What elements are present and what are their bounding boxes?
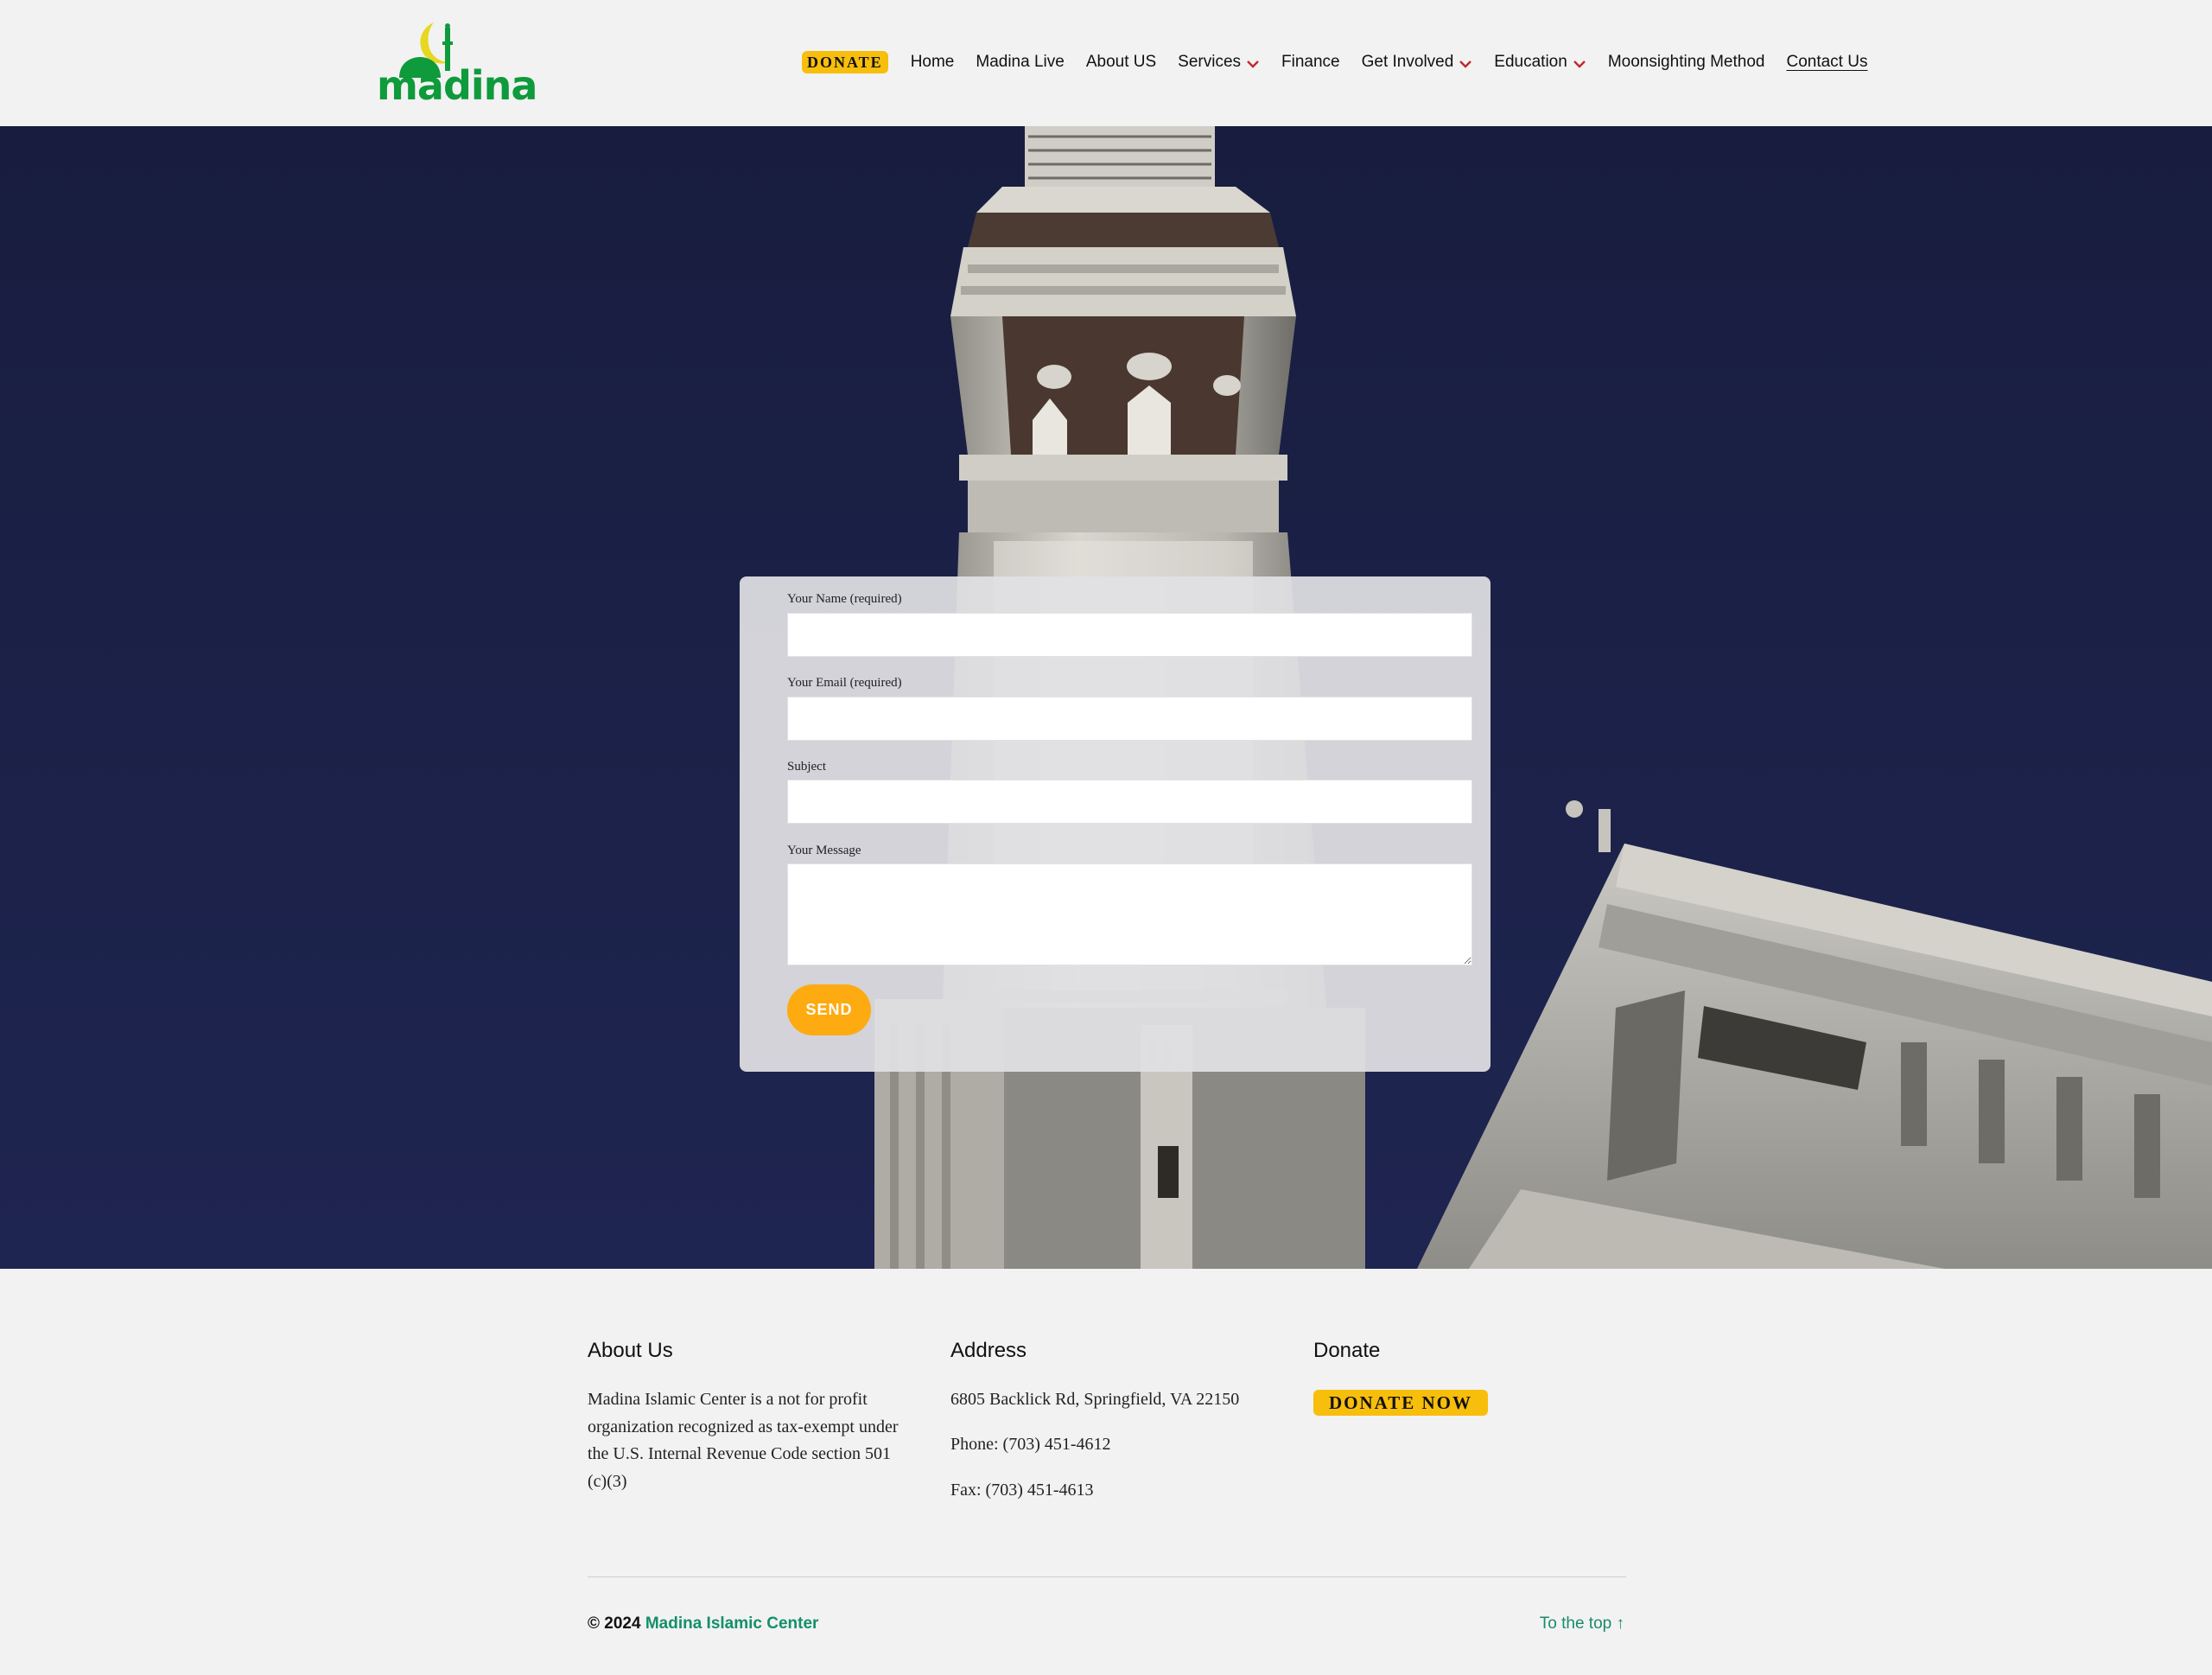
name-input[interactable] [787, 613, 1472, 657]
subject-input[interactable] [787, 780, 1472, 824]
nav-item-label: Contact Us [1786, 53, 1868, 71]
email-label: Your Email (required) [787, 676, 902, 690]
chevron-down-icon [1247, 61, 1259, 68]
footer-address-street: 6805 Backlick Rd, Springfield, VA 22150 [950, 1390, 1240, 1409]
email-input[interactable] [787, 697, 1472, 741]
org-name-link[interactable]: Madina Islamic Center [645, 1614, 819, 1633]
nav-item-label: Education [1494, 53, 1567, 71]
subject-label: Subject [787, 760, 826, 774]
nav-item-label: About US [1085, 53, 1157, 71]
footer-divider [588, 1576, 1626, 1577]
name-label: Your Name (required) [787, 592, 902, 606]
nav-item-label: Home [910, 53, 955, 71]
footer-about-text: Madina Islamic Center is a not for profi… [588, 1390, 899, 1491]
nav-item-contact[interactable]: Contact Us [1786, 53, 1867, 72]
footer-address-fax: Fax: (703) 451-4613 [950, 1481, 1094, 1500]
nav-item-madina-live[interactable]: Madina Live [976, 53, 1064, 72]
footer-donate: Donate DONATE NOW [1313, 1334, 1642, 1507]
nav-item-home[interactable]: Home [911, 53, 955, 72]
message-label: Your Message [787, 844, 861, 857]
footer-address-phone: Phone: (703) 451-4612 [950, 1435, 1111, 1454]
hero-background: Your Name (required) Your Email (require… [0, 126, 2212, 1269]
copyright-year: © 2024 [588, 1614, 641, 1633]
footer-about-heading: About Us [588, 1339, 673, 1362]
site-logo[interactable]: madina [377, 19, 537, 105]
nav-item-label: Finance [1281, 53, 1340, 71]
footer-address-heading: Address [950, 1339, 1027, 1362]
nav-item-label: Madina Live [976, 53, 1065, 71]
footer-about: About Us Madina Islamic Center is a not … [588, 1334, 916, 1507]
main-navigation: DONATE Home Madina Live About US Service… [802, 48, 1867, 76]
footer-donate-heading: Donate [1313, 1339, 1381, 1362]
nav-item-services[interactable]: Services [1178, 53, 1260, 72]
send-button[interactable]: SEND [787, 984, 871, 1035]
chevron-down-icon [1573, 61, 1586, 68]
copyright: © 2024 Madina Islamic Center [588, 1614, 818, 1634]
nav-item-label: Moonsighting Method [1607, 53, 1765, 71]
logo-wordmark: madina [377, 62, 537, 109]
nav-item-moonsighting[interactable]: Moonsighting Method [1608, 53, 1765, 72]
chevron-down-icon [1459, 61, 1472, 68]
nav-item-finance[interactable]: Finance [1281, 53, 1340, 72]
nav-item-label: Services [1178, 53, 1242, 71]
nav-item-about[interactable]: About US [1086, 53, 1156, 72]
to-the-top-link[interactable]: To the top ↑ [1540, 1614, 1624, 1634]
contact-form: Your Name (required) Your Email (require… [740, 576, 1491, 1072]
footer-address: Address 6805 Backlick Rd, Springfield, V… [950, 1334, 1279, 1507]
nav-item-get-involved[interactable]: Get Involved [1362, 53, 1473, 72]
nav-donate-button[interactable]: DONATE [802, 51, 888, 73]
nav-item-label: Get Involved [1361, 53, 1454, 71]
donate-now-button[interactable]: DONATE NOW [1313, 1390, 1488, 1416]
nav-item-education[interactable]: Education [1494, 53, 1586, 72]
site-header: madina DONATE Home Madina Live About US … [0, 0, 2212, 126]
message-textarea[interactable] [787, 863, 1472, 965]
